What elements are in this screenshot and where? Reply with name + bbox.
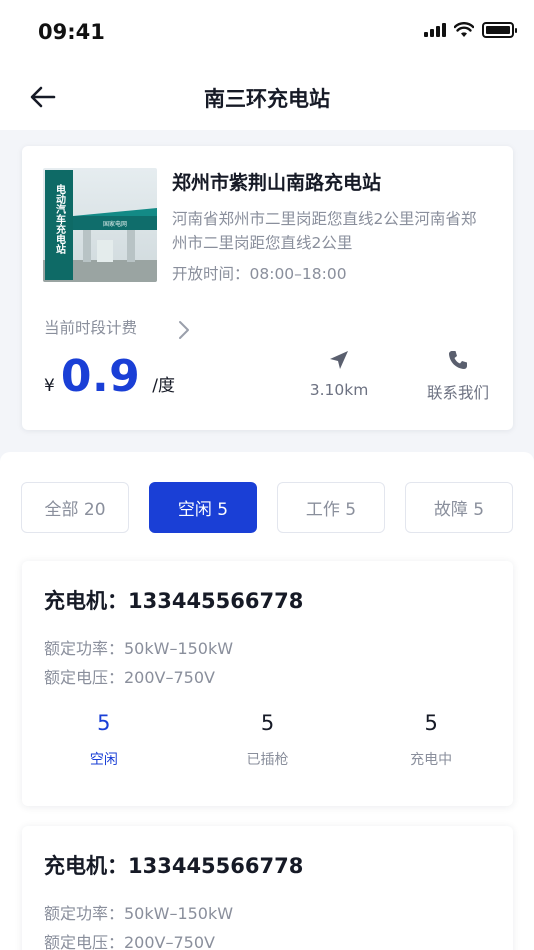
stat-label: 空闲: [89, 752, 118, 768]
price: ¥ 0.9 /度: [44, 351, 175, 402]
charger-title: 充电机：133445566778: [44, 854, 304, 878]
stat-plugged: 5 已插枪: [186, 711, 350, 769]
charger-card[interactable]: 充电机：133445566778 额定功率：50kW–150kW 额定电压：20…: [22, 826, 513, 950]
opening-hours: 开放时间：08:00–18:00: [172, 265, 347, 283]
navigation-arrow-icon: [330, 351, 348, 369]
station-address: 河南省郑州市二里岗距您直线2公里河南省郑州市二里岗距您直线2公里: [172, 210, 477, 252]
charger-title: 充电机：133445566778: [44, 589, 304, 613]
stat-idle: 5 空闲: [22, 711, 186, 769]
status-time: 09:41: [38, 20, 105, 44]
tab-all[interactable]: 全部 20: [21, 482, 129, 533]
distance-label: 3.10km: [309, 381, 369, 399]
wifi-icon: [454, 22, 474, 37]
price-unit: /度: [152, 376, 176, 396]
status-icons: [424, 22, 517, 38]
page-title: 南三环充电站: [204, 87, 330, 111]
price-value: 0.9: [60, 351, 141, 402]
charger-panel: 全部 20 空闲 5 工作 5 故障 5 充电机：133445566778 额定…: [0, 452, 534, 950]
svg-text:国家电网: 国家电网: [103, 220, 127, 228]
connector-stats: 5 空闲 5 已插枪 5 充电中: [22, 711, 513, 769]
tab-working[interactable]: 工作 5: [277, 482, 385, 533]
currency-symbol: ¥: [44, 376, 55, 396]
contact-label: 联系我们: [426, 384, 489, 402]
navigate-button[interactable]: 3.10km: [303, 349, 375, 399]
status-tabs: 全部 20 空闲 5 工作 5 故障 5: [21, 482, 513, 533]
rated-power: 额定功率：50kW–150kW: [44, 639, 234, 658]
stat-label: 已插枪: [246, 752, 289, 768]
rated-voltage: 额定电压：200V–750V: [44, 668, 215, 687]
stat-label: 充电中: [410, 752, 453, 768]
battery-icon: [482, 22, 517, 38]
signal-icon: [424, 23, 446, 37]
stat-value: 5: [424, 711, 438, 735]
rated-voltage: 额定电压：200V–750V: [44, 933, 215, 950]
rated-power: 额定功率：50kW–150kW: [44, 904, 234, 923]
fee-label[interactable]: 当前时段计费: [44, 316, 137, 338]
phone-icon: [449, 351, 467, 369]
station-card[interactable]: 国家电网 电动汽车充电站 郑州市紫荆山南路充电站 河南省郑州市二里岗距您直线2公…: [22, 146, 513, 430]
tab-fault[interactable]: 故障 5: [405, 482, 513, 533]
station-photo: 国家电网 电动汽车充电站: [43, 168, 157, 282]
stat-value: 5: [97, 711, 111, 735]
stat-value: 5: [260, 711, 275, 735]
header: 09:41 南三环充电站: [0, 0, 534, 130]
stat-charging: 5 充电中: [349, 711, 513, 769]
station-name: 郑州市紫荆山南路充电站: [172, 172, 382, 194]
svg-text:电动汽车充电站: 电动汽车充电站: [54, 183, 66, 255]
charger-card[interactable]: 充电机：133445566778 额定功率：50kW–150kW 额定电压：20…: [22, 561, 513, 806]
contact-button[interactable]: 联系我们: [415, 349, 501, 403]
tab-idle[interactable]: 空闲 5: [149, 482, 257, 533]
chevron-right-icon[interactable]: [176, 319, 192, 341]
